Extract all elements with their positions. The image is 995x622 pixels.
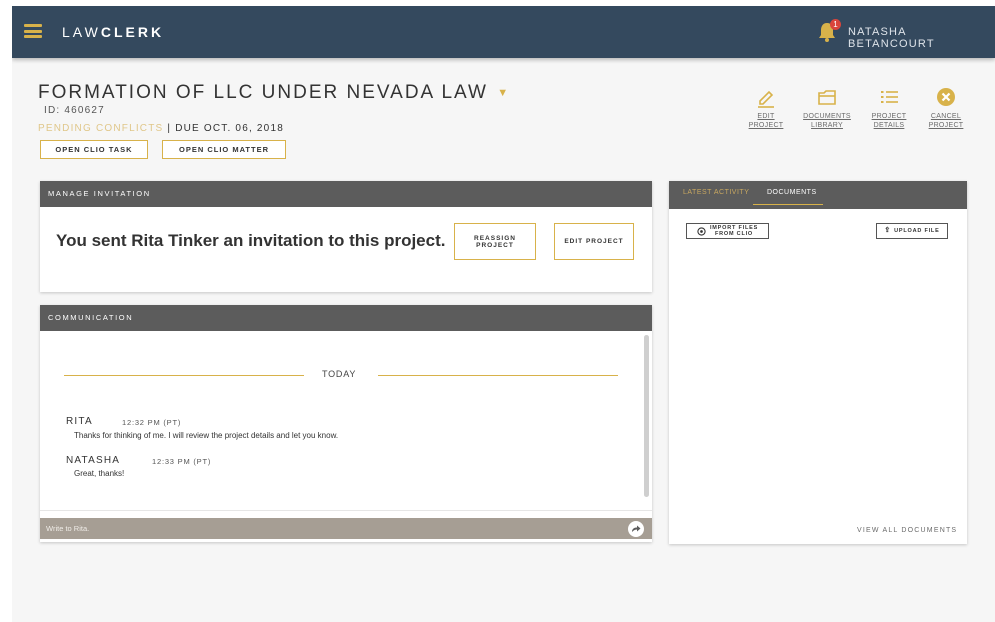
pencil-icon bbox=[758, 90, 774, 108]
tab-documents[interactable]: DOCUMENTS bbox=[767, 189, 817, 196]
reassign-label-2: PROJECT bbox=[476, 241, 514, 249]
day-label: TODAY bbox=[322, 369, 357, 379]
documents-tabs: LATEST ACTIVITY DOCUMENTS bbox=[669, 181, 967, 209]
import-files-from-clio-button[interactable]: IMPORT FILES FROM CLIO bbox=[686, 223, 769, 239]
tab-latest-activity[interactable]: LATEST ACTIVITY bbox=[683, 189, 749, 196]
cancel-project-label-1: CANCEL bbox=[930, 113, 962, 120]
notification-badge: 1 bbox=[830, 19, 841, 30]
message-text: Great, thanks! bbox=[74, 469, 125, 478]
documents-panel: LATEST ACTIVITY DOCUMENTS IMPORT FILES F… bbox=[669, 181, 967, 544]
user-name[interactable]: NATASHA BETANCOURT bbox=[848, 26, 995, 50]
send-button[interactable] bbox=[628, 521, 644, 537]
upload-file-button[interactable]: ⇪ UPLOAD FILE bbox=[876, 223, 948, 239]
app-frame: LAWCLERK 1 NATASHA BETANCOURT FORMATION … bbox=[12, 6, 995, 622]
project-title-text: FORMATION OF LLC UNDER NEVADA LAW bbox=[38, 82, 488, 103]
message-time: 12:32 PM (PT) bbox=[122, 418, 182, 427]
communication-heading: COMMUNICATION bbox=[40, 305, 652, 331]
message-compose-bar bbox=[40, 518, 652, 539]
project-details-action[interactable]: PROJECT DETAILS bbox=[864, 86, 914, 130]
reassign-label-1: REASSIGN bbox=[474, 234, 516, 242]
due-date: DUE OCT. 06, 2018 bbox=[175, 123, 284, 134]
edit-project-button[interactable]: EDIT PROJECT bbox=[554, 223, 634, 260]
open-clio-matter-button[interactable]: OPEN CLIO MATTER bbox=[162, 140, 286, 159]
edit-project-label-1: EDIT bbox=[757, 113, 775, 120]
import-label-2: FROM CLIO bbox=[714, 231, 754, 237]
notification-bell-icon[interactable]: 1 bbox=[816, 19, 841, 45]
brand-light-text: LAW bbox=[62, 24, 101, 40]
page-title: FORMATION OF LLC UNDER NEVADA LAW ▼ bbox=[38, 82, 510, 104]
documents-library-label-1: DOCUMENTS bbox=[803, 113, 851, 120]
edit-project-label-2: PROJECT bbox=[748, 122, 784, 129]
cancel-project-label-2: PROJECT bbox=[928, 122, 964, 129]
title-dropdown-caret-icon[interactable]: ▼ bbox=[497, 87, 510, 99]
upload-label: UPLOAD FILE bbox=[894, 228, 940, 234]
chat-scrollbar-thumb[interactable] bbox=[644, 335, 649, 497]
top-nav-bar: LAWCLERK 1 NATASHA BETANCOURT bbox=[12, 6, 995, 58]
status-badge: PENDING CONFLICTS bbox=[38, 123, 164, 134]
send-arrow-icon bbox=[632, 525, 641, 532]
manage-invitation-heading: MANAGE INVITATION bbox=[40, 181, 652, 207]
documents-library-action[interactable]: DOCUMENTS LIBRARY bbox=[802, 86, 852, 130]
brand-bold-text: CLERK bbox=[100, 24, 165, 40]
project-details-label-1: PROJECT bbox=[871, 113, 907, 120]
day-divider-right bbox=[378, 375, 618, 376]
list-icon bbox=[881, 91, 898, 103]
import-label: IMPORT FILES FROM CLIO bbox=[710, 225, 758, 237]
clio-import-icon bbox=[697, 226, 706, 236]
upload-icon: ⇪ bbox=[884, 227, 892, 234]
documents-library-label-2: LIBRARY bbox=[811, 122, 843, 129]
cancel-project-action[interactable]: CANCEL PROJECT bbox=[921, 86, 971, 130]
cancel-icon bbox=[937, 88, 955, 106]
reassign-project-button[interactable]: REASSIGN PROJECT bbox=[454, 223, 536, 260]
view-all-documents-link[interactable]: VIEW ALL DOCUMENTS bbox=[857, 527, 957, 534]
message-text: Thanks for thinking of me. I will review… bbox=[74, 431, 339, 440]
communication-panel: COMMUNICATION TODAY RITA 12:32 PM (PT) T… bbox=[40, 305, 652, 542]
day-divider-left bbox=[64, 375, 304, 376]
chat-history: TODAY RITA 12:32 PM (PT) Thanks for thin… bbox=[40, 331, 652, 511]
hamburger-menu-icon[interactable] bbox=[24, 24, 42, 38]
project-status-line: PENDING CONFLICTS | DUE OCT. 06, 2018 bbox=[38, 123, 284, 134]
brand-logo[interactable]: LAWCLERK bbox=[62, 24, 164, 40]
project-details-label-2: DETAILS bbox=[873, 122, 905, 129]
invitation-message: You sent Rita Tinker an invitation to th… bbox=[56, 231, 446, 250]
manage-invitation-panel: MANAGE INVITATION You sent Rita Tinker a… bbox=[40, 181, 652, 292]
message-author: NATASHA bbox=[66, 455, 121, 466]
folder-icon bbox=[818, 90, 836, 105]
message-time: 12:33 PM (PT) bbox=[152, 457, 212, 466]
message-input[interactable] bbox=[46, 521, 616, 536]
status-separator: | bbox=[163, 123, 176, 134]
project-id: ID: 460627 bbox=[44, 105, 105, 116]
edit-project-action[interactable]: EDIT PROJECT bbox=[741, 86, 791, 130]
open-clio-task-button[interactable]: OPEN CLIO TASK bbox=[40, 140, 148, 159]
message-author: RITA bbox=[66, 416, 93, 427]
active-tab-indicator bbox=[753, 204, 823, 205]
chat-scrollbar[interactable] bbox=[644, 335, 649, 497]
